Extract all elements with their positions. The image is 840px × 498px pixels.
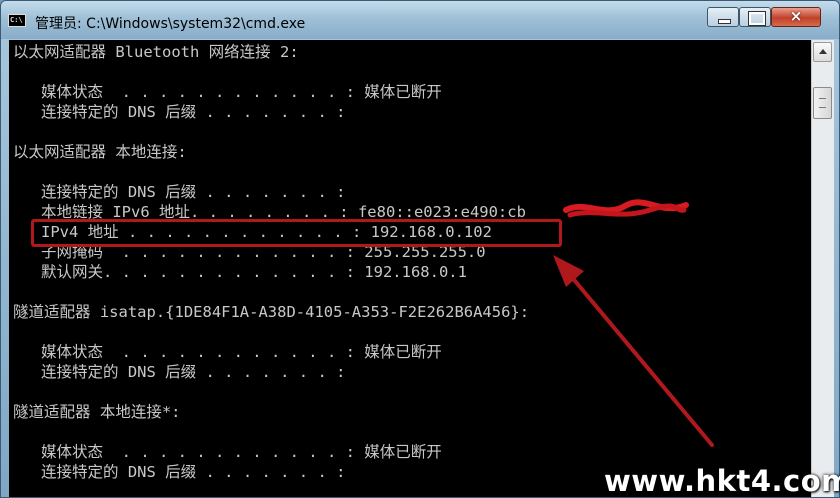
watermark-text: www.hkt4.com: [604, 464, 840, 498]
minimize-button[interactable]: [707, 7, 739, 27]
close-button[interactable]: ×: [771, 7, 821, 27]
console-line: 连接特定的 DNS 后缀 . . . . . . . :: [13, 103, 346, 121]
window-title: 管理员: C:\Windows\system32\cmd.exe: [35, 16, 306, 32]
close-icon: ×: [789, 7, 803, 25]
console-line: 隧道适配器 本地连接*:: [13, 403, 181, 421]
console-line: 以太网适配器 本地连接:: [13, 143, 187, 161]
maximize-button[interactable]: [739, 7, 771, 27]
console-line: 连接特定的 DNS 后缀 . . . . . . . :: [13, 363, 346, 381]
console-output[interactable]: 以太网适配器 Bluetooth 网络连接 2: 媒体状态 . . . . . …: [9, 40, 811, 497]
cmd-window: C:\ 管理员: C:\Windows\system32\cmd.exe × 以…: [0, 0, 840, 498]
console-line: 默认网关. . . . . . . . . . . . . : 192.168.…: [13, 263, 467, 281]
minimize-icon: [718, 19, 731, 24]
console-line: 媒体状态 . . . . . . . . . . . . : 媒体已断开: [13, 343, 442, 361]
scroll-up-button[interactable]: [813, 42, 832, 62]
console-line: 媒体状态 . . . . . . . . . . . . : 媒体已断开: [13, 443, 442, 461]
console-line: 隧道适配器 isatap.{1DE84F1A-A38D-4105-A353-F2…: [13, 303, 530, 321]
scribble-redaction: [563, 199, 689, 218]
maximize-icon: [748, 11, 766, 26]
console-line: 连接特定的 DNS 后缀 . . . . . . . :: [13, 183, 346, 201]
vertical-scrollbar[interactable]: [811, 40, 834, 497]
console-line: 连接特定的 DNS 后缀 . . . . . . . :: [13, 463, 346, 481]
title-bar[interactable]: C:\ 管理员: C:\Windows\system32\cmd.exe ×: [1, 1, 839, 39]
scrollbar-thumb[interactable]: [813, 87, 832, 119]
console-line: 媒体状态 . . . . . . . . . . . . : 媒体已断开: [13, 83, 442, 101]
console-line: 以太网适配器 Bluetooth 网络连接 2:: [13, 43, 299, 61]
cmd-icon[interactable]: C:\: [8, 14, 26, 27]
ipv4-highlight-box: [31, 219, 562, 247]
